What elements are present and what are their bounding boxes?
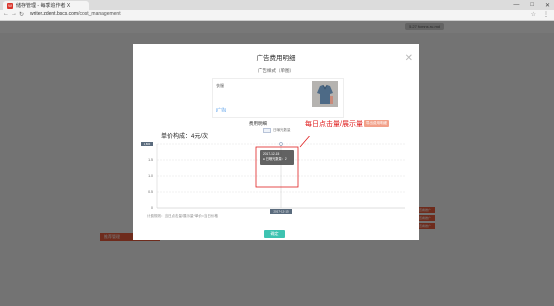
browser-window: W 储存管理 - 每季追作者 X — □ ✕ ← → ↻ writer.zden… xyxy=(0,0,554,306)
y-tick-label: 1.0 xyxy=(148,174,153,178)
bookmark-star-icon[interactable]: ☆ xyxy=(531,11,536,18)
window-controls: — □ ✕ xyxy=(513,0,550,10)
legend-label: 日曝光数量 xyxy=(273,128,291,132)
tooltip-value: ● 日曝光数量：2 xyxy=(263,156,287,161)
y-tick-label: 1.5 xyxy=(148,158,153,162)
tooltip-date: 2017-12-15 xyxy=(263,152,280,156)
minimize-icon[interactable]: — xyxy=(513,2,519,8)
url-host: writer.zdent.bscs.com xyxy=(30,11,79,17)
modal-title: 广告费用明细 xyxy=(256,55,296,62)
cost-chart: 2.01.51.00.501,8002017-12-152017-12-15● … xyxy=(141,136,405,214)
url-path: /cost_management xyxy=(78,11,121,17)
favicon-icon: W xyxy=(7,2,13,9)
ad-preview: 衣服 [广告] xyxy=(212,78,344,118)
red-arrow xyxy=(299,136,310,148)
tab-title: 储存管理 - 每季追作者 X xyxy=(16,3,71,9)
ad-type-label: 广告样式（单图） xyxy=(258,68,294,73)
cost-detail-modal: 广告费用明细 ✕ 广告样式（单图） 衣服 [广告] 单价构成：4元/次 费用明细… xyxy=(133,44,419,240)
ad-image xyxy=(312,81,338,107)
browser-tab[interactable]: W 储存管理 - 每季追作者 X xyxy=(3,1,89,10)
back-icon[interactable]: ← xyxy=(3,11,9,17)
chart-note: 计费规则：当日点击量/展示量*单价=当日价格 xyxy=(147,214,218,218)
stats-title: 费用明细 xyxy=(249,121,267,126)
legend-swatch xyxy=(263,128,271,133)
y-top-badge-label: 1,800 xyxy=(144,142,151,146)
confirm-button[interactable]: 确定 xyxy=(264,230,285,238)
export-button[interactable]: 导出费用明细 xyxy=(364,120,389,127)
forward-icon[interactable]: → xyxy=(11,11,17,17)
y-tick-label: 0 xyxy=(151,206,153,210)
browser-menu-icon[interactable]: ⋮ xyxy=(543,11,549,18)
address-bar: ← → ↻ writer.zdent.bscs.com/cost_managem… xyxy=(0,10,554,21)
ad-link[interactable]: [广告] xyxy=(216,107,226,113)
y-tick-label: 0.5 xyxy=(148,190,153,194)
reload-icon[interactable]: ↻ xyxy=(19,11,24,18)
close-window-icon[interactable]: ✕ xyxy=(545,2,550,9)
url-input[interactable]: writer.zdent.bscs.com/cost_management xyxy=(30,11,500,18)
close-icon[interactable]: ✕ xyxy=(405,53,413,64)
data-point xyxy=(279,142,283,146)
x-tick-label: 2017-12-15 xyxy=(273,210,289,214)
ad-title: 衣服 xyxy=(216,83,224,88)
tab-bar: W 储存管理 - 每季追作者 X — □ ✕ xyxy=(0,0,554,10)
chart-legend[interactable]: 日曝光数量 xyxy=(263,128,291,133)
maximize-icon[interactable]: □ xyxy=(530,2,534,8)
red-annotation: 每日点击量/展示量 xyxy=(305,121,363,128)
